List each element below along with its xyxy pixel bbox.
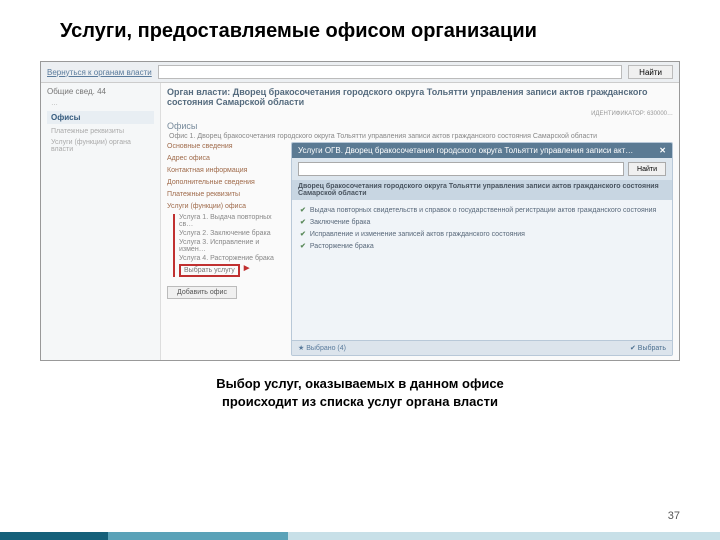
dialog-search-bar: Найти: [292, 158, 672, 180]
close-icon[interactable]: ✕: [659, 146, 666, 155]
add-office-button[interactable]: Добавить офис: [167, 286, 237, 299]
left-nav-header: Общие свед. 44: [47, 87, 154, 96]
left-nav: Общие свед. 44 … Офисы Платежные реквизи…: [41, 83, 161, 360]
left-nav-active-offices[interactable]: Офисы: [47, 111, 154, 124]
page-number: 37: [668, 510, 680, 522]
org-title: Орган власти: Дворец бракосочетания горо…: [167, 87, 673, 107]
menu-basic-info[interactable]: Основные сведения: [167, 142, 287, 151]
offices-section-label: Офисы: [167, 121, 673, 131]
check-icon: ✔: [300, 206, 306, 214]
select-service-link[interactable]: Выбрать услугу: [179, 264, 240, 277]
selected-count[interactable]: ★ Выбрано (4): [298, 344, 346, 352]
slide-caption: Выбор услуг, оказываемых в данном офисе …: [0, 375, 720, 411]
arrow-right-icon: ►: [242, 263, 252, 274]
check-item-2[interactable]: ✔Заключение брака: [300, 218, 664, 226]
dialog-footer: ★ Выбрано (4) ✔ Выбрать: [292, 340, 672, 355]
confirm-select-button[interactable]: ✔ Выбрать: [630, 344, 666, 352]
office-side-menu: Основные сведения Адрес офиса Контактная…: [167, 142, 287, 356]
result-group-header: Дворец бракосочетания городского округа …: [292, 180, 672, 200]
back-link[interactable]: Вернуться к органам власти: [47, 68, 152, 77]
top-bar: Вернуться к органам власти Найти: [41, 62, 679, 83]
org-identifier: ИДЕНТИФИКАТОР: 630000…: [167, 111, 673, 117]
service-1[interactable]: Услуга 1. Выдача повторных св…: [179, 214, 287, 228]
check-icon: ✔: [300, 218, 306, 226]
menu-additional[interactable]: Дополнительные сведения: [167, 178, 287, 187]
check-item-1[interactable]: ✔Выдача повторных свидетельств и справок…: [300, 206, 664, 214]
service-3[interactable]: Услуга 3. Исправление и измен…: [179, 239, 287, 253]
global-search-button[interactable]: Найти: [628, 65, 673, 79]
service-2[interactable]: Услуга 2. Заключение брака: [179, 230, 287, 237]
app-window: Вернуться к органам власти Найти Общие с…: [40, 61, 680, 361]
service-check-list: ✔Выдача повторных свидетельств и справок…: [292, 200, 672, 340]
service-4[interactable]: Услуга 4. Расторжение брака: [179, 255, 287, 262]
left-nav-item-payments[interactable]: Платежные реквизиты: [47, 128, 154, 135]
check-icon: ✔: [300, 242, 306, 250]
check-item-4[interactable]: ✔Расторжение брака: [300, 242, 664, 250]
left-nav-sub: …: [47, 100, 154, 107]
menu-address[interactable]: Адрес офиса: [167, 154, 287, 163]
office-item[interactable]: Офис 1. Дворец бракосочетания городского…: [169, 133, 673, 140]
check-icon: ✔: [300, 230, 306, 238]
global-search-input[interactable]: [158, 65, 622, 79]
check-item-3[interactable]: ✔Исправление и изменение записей актов г…: [300, 230, 664, 238]
dialog-search-input[interactable]: [298, 162, 624, 176]
menu-services-group[interactable]: Услуги (функции) офиса: [167, 202, 287, 211]
menu-payments[interactable]: Платежные реквизиты: [167, 190, 287, 199]
footer-decoration: [0, 532, 720, 540]
dialog-header: Услуги ОГВ. Дворец бракосочетания городс…: [292, 143, 672, 158]
left-nav-item-services[interactable]: Услуги (функции) органа власти: [47, 139, 154, 153]
services-highlight-group: Услуга 1. Выдача повторных св… Услуга 2.…: [173, 214, 287, 277]
slide-title: Услуги, предоставляемые офисом организац…: [0, 0, 720, 53]
services-dialog: Услуги ОГВ. Дворец бракосочетания городс…: [291, 142, 673, 356]
dialog-title: Услуги ОГВ. Дворец бракосочетания городс…: [298, 146, 633, 155]
menu-contacts[interactable]: Контактная информация: [167, 166, 287, 175]
main-content: Орган власти: Дворец бракосочетания горо…: [161, 83, 679, 360]
dialog-search-button[interactable]: Найти: [628, 162, 666, 176]
